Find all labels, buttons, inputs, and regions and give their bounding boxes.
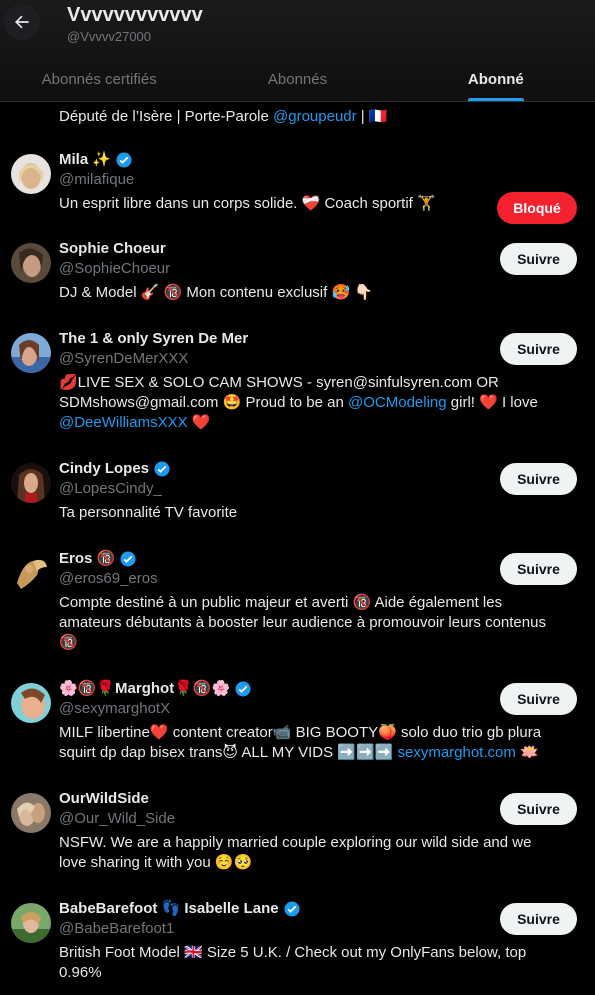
user-name[interactable]: OurWildSide: [59, 789, 149, 809]
profile-handle: @Vvvvv27000: [67, 29, 152, 44]
user-bio: Compte destiné à un public majeur et ave…: [59, 594, 546, 651]
tab-bar: Abonnés certifiés Abonnés Abonné: [0, 56, 595, 101]
mention-link[interactable]: @DeeWilliamsXXX: [59, 414, 188, 431]
user-handle[interactable]: @milafique: [59, 170, 579, 190]
user-bio: 💋LIVE SEX & SOLO CAM SHOWS - syren@sinfu…: [59, 374, 538, 431]
follow-button[interactable]: Suivre: [500, 793, 577, 825]
follow-button[interactable]: Suivre: [500, 903, 577, 935]
mention-link[interactable]: @OCModeling: [348, 394, 447, 411]
verified-badge-icon: [116, 152, 132, 168]
avatar[interactable]: [11, 243, 51, 283]
follow-button[interactable]: Suivre: [500, 243, 577, 275]
tab-followers[interactable]: Abonnés: [198, 56, 396, 101]
arrow-left-icon: [15, 15, 29, 29]
partial-bio: Député de l’Isère | Porte-Parole @groupe…: [59, 108, 388, 125]
user-bio: NSFW. We are a happily married couple ex…: [59, 834, 532, 871]
avatar[interactable]: [11, 903, 51, 943]
user-name[interactable]: Eros 🔞: [59, 549, 115, 569]
verified-badge-icon: [235, 681, 251, 697]
verified-badge-icon: [154, 461, 170, 477]
user-name[interactable]: The 1 & only Syren De Mer: [59, 329, 248, 349]
user-cell[interactable]: Cindy Lopes @LopesCindy_ Ta personnalité…: [0, 447, 595, 537]
user-bio: Ta personnalité TV favorite: [59, 504, 238, 521]
follow-button[interactable]: Suivre: [500, 333, 577, 365]
website-link[interactable]: sexymarghot.com: [397, 744, 515, 761]
follow-button[interactable]: Suivre: [500, 463, 577, 495]
user-list: Député de l’Isère | Porte-Parole @groupe…: [0, 103, 595, 987]
avatar[interactable]: [11, 154, 51, 194]
user-name[interactable]: BabeBarefoot 👣 Isabelle Lane: [59, 899, 279, 919]
avatar[interactable]: [11, 333, 51, 373]
profile-name: Vvvvvvvvvvvv: [67, 4, 203, 26]
user-cell[interactable]: BabeBarefoot 👣 Isabelle Lane @BabeBarefo…: [0, 887, 595, 987]
user-cell[interactable]: The 1 & only Syren De Mer @SyrenDeMerXXX…: [0, 317, 595, 447]
user-bio: British Foot Model 🇬🇧 Size 5 U.K. / Chec…: [59, 944, 527, 981]
profile-header: Vvvvvvvvvvvv @Vvvvv27000 Abonnés certifi…: [0, 0, 595, 102]
mention-link[interactable]: @groupeudr: [273, 108, 357, 125]
user-cell[interactable]: Sophie Choeur @SophieChoeur DJ & Model 🎸…: [0, 227, 595, 317]
avatar[interactable]: [11, 463, 51, 503]
user-name[interactable]: Mila ✨: [59, 150, 111, 170]
back-button[interactable]: [4, 4, 40, 40]
tab-following[interactable]: Abonné: [397, 56, 595, 101]
follow-button[interactable]: Suivre: [500, 553, 577, 585]
verified-badge-icon: [284, 901, 300, 917]
verified-badge-icon: [120, 551, 136, 567]
user-cell[interactable]: OurWildSide @Our_Wild_Side NSFW. We are …: [0, 777, 595, 887]
user-name[interactable]: Cindy Lopes: [59, 459, 149, 479]
tab-verified-followers[interactable]: Abonnés certifiés: [0, 56, 198, 101]
blocked-button[interactable]: Bloqué: [497, 192, 577, 224]
user-name[interactable]: 🌸🔞🌹Marghot🌹🔞🌸: [59, 679, 230, 699]
avatar[interactable]: [11, 683, 51, 723]
user-bio: MILF libertine❤️ content creator📹 BIG BO…: [59, 724, 542, 761]
follow-button[interactable]: Suivre: [500, 683, 577, 715]
user-name-line: Mila ✨: [59, 150, 579, 170]
avatar[interactable]: [11, 553, 51, 593]
user-cell[interactable]: Eros 🔞 @eros69_eros Compte destiné à un …: [0, 537, 595, 667]
user-cell[interactable]: Mila ✨ @milafique Un esprit libre dans u…: [0, 138, 595, 227]
user-name[interactable]: Sophie Choeur: [59, 239, 166, 259]
avatar[interactable]: [11, 793, 51, 833]
user-bio: DJ & Model 🎸 🔞 Mon contenu exclusif 🥵 👇🏻: [59, 284, 373, 301]
user-cell[interactable]: 🌸🔞🌹Marghot🌹🔞🌸 @sexymarghotX MILF liberti…: [0, 667, 595, 777]
